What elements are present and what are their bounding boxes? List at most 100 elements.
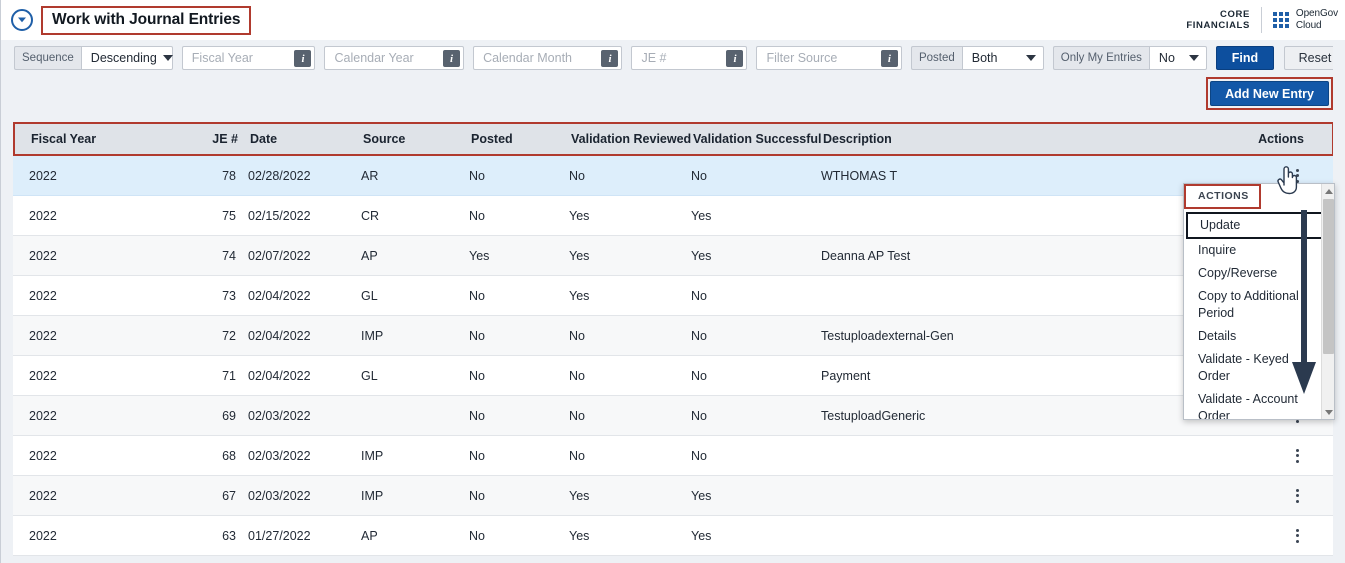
cell-actions xyxy=(1238,447,1334,465)
table-row[interactable]: 2022 78 02/28/2022 AR No No No WTHOMAS T xyxy=(13,156,1334,196)
cell-source: AP xyxy=(361,248,378,263)
calendar-month-field[interactable]: i xyxy=(473,46,623,70)
chevron-down-circle-icon[interactable] xyxy=(11,9,33,31)
brand-core-line2: FINANCIALS xyxy=(1186,20,1250,31)
sequence-value: Descending xyxy=(90,51,157,65)
filter-source-input[interactable] xyxy=(757,47,901,69)
filter-source-field[interactable]: i xyxy=(756,46,902,70)
column-header-source[interactable]: Source xyxy=(363,132,471,146)
brand-divider xyxy=(1260,7,1262,33)
kebab-menu-icon[interactable] xyxy=(1288,167,1306,185)
cell-description: Deanna AP Test xyxy=(821,248,911,263)
cell-source: IMP xyxy=(361,328,384,343)
table-row[interactable]: 2022 73 02/04/2022 GL No Yes No xyxy=(13,276,1334,316)
posted-label: Posted xyxy=(910,46,962,70)
cell-posted: Yes xyxy=(469,248,490,263)
cell-validation-reviewed: Yes xyxy=(569,488,590,503)
brand-zone: CORE FINANCIALS OpenGov Cloud xyxy=(1186,0,1345,40)
cell-fiscal-year: 2022 xyxy=(29,208,57,223)
brand-core-line1: CORE xyxy=(1220,8,1250,20)
cell-posted: No xyxy=(469,328,485,343)
grid-header-row: Fiscal Year JE # Date Source Posted Vali… xyxy=(15,124,1332,154)
find-button[interactable]: Find xyxy=(1215,46,1274,70)
actions-menu-item[interactable]: Update xyxy=(1186,212,1332,239)
title-bar: Work with Journal Entries CORE FINANCIAL… xyxy=(1,0,1345,40)
cell-validation-successful: Yes xyxy=(691,248,712,263)
cell-fiscal-year: 2022 xyxy=(29,288,57,303)
cell-je-number: 67 xyxy=(222,488,236,503)
filter-bar: Sequence Descending i i i i i Po xyxy=(1,40,1345,76)
column-header-je-number[interactable]: JE # xyxy=(198,132,238,146)
column-header-validation-successful[interactable]: Validation Successful xyxy=(693,132,823,146)
table-row[interactable]: 2022 71 02/04/2022 GL No No No Payment xyxy=(13,356,1334,396)
sequence-filter: Sequence Descending xyxy=(14,46,173,70)
info-icon[interactable]: i xyxy=(601,50,619,67)
column-header-validation-reviewed[interactable]: Validation Reviewed xyxy=(571,132,693,146)
kebab-menu-icon[interactable] xyxy=(1288,447,1306,465)
column-header-fiscal-year[interactable]: Fiscal Year xyxy=(15,132,198,146)
cell-fiscal-year: 2022 xyxy=(29,448,57,463)
cell-validation-reviewed: No xyxy=(569,328,585,343)
sequence-select[interactable]: Descending xyxy=(80,46,173,70)
cell-validation-successful: Yes xyxy=(691,528,712,543)
column-header-date[interactable]: Date xyxy=(238,132,363,146)
app-grid-icon[interactable] xyxy=(1272,12,1289,28)
kebab-menu-icon[interactable] xyxy=(1288,487,1306,505)
cell-date: 02/03/2022 xyxy=(248,448,311,463)
cell-validation-reviewed: Yes xyxy=(569,208,590,223)
application-window: Work with Journal Entries CORE FINANCIAL… xyxy=(0,0,1345,563)
cell-actions xyxy=(1238,527,1334,545)
cell-validation-successful: Yes xyxy=(691,488,712,503)
cell-date: 02/04/2022 xyxy=(248,368,311,383)
calendar-month-input[interactable] xyxy=(474,47,622,69)
table-row[interactable]: 2022 75 02/15/2022 CR No Yes Yes xyxy=(13,196,1334,236)
cell-validation-reviewed: No xyxy=(569,168,585,183)
actions-menu-item[interactable]: Inquire xyxy=(1184,239,1334,262)
grid-header-highlight: Fiscal Year JE # Date Source Posted Vali… xyxy=(13,122,1334,156)
scroll-down-arrow-icon[interactable] xyxy=(1322,405,1334,419)
column-header-actions: Actions xyxy=(1258,132,1304,146)
cell-validation-successful: No xyxy=(691,448,707,463)
info-icon[interactable]: i xyxy=(726,50,744,67)
cell-posted: No xyxy=(469,368,485,383)
cell-posted: No xyxy=(469,208,485,223)
scroll-up-arrow-icon[interactable] xyxy=(1322,184,1334,198)
je-number-field[interactable]: i xyxy=(631,46,748,70)
chevron-down-icon xyxy=(1025,55,1036,61)
table-row[interactable]: 2022 67 02/03/2022 IMP No Yes Yes xyxy=(13,476,1334,516)
cell-fiscal-year: 2022 xyxy=(29,248,57,263)
actions-menu-scrollbar[interactable] xyxy=(1321,184,1334,419)
actions-menu-item[interactable]: Copy to Additional Period xyxy=(1184,285,1334,325)
cell-date: 02/28/2022 xyxy=(248,168,311,183)
only-my-entries-select[interactable]: No xyxy=(1148,46,1207,70)
cell-description: Testuploadexternal-Gen xyxy=(821,328,954,343)
add-new-entry-button[interactable]: Add New Entry xyxy=(1210,81,1329,106)
cell-validation-reviewed: No xyxy=(569,368,585,383)
actions-menu-item[interactable]: Validate - Account Order xyxy=(1184,388,1334,419)
cell-date: 02/07/2022 xyxy=(248,248,311,263)
chevron-down-icon xyxy=(1188,55,1199,61)
posted-select[interactable]: Both xyxy=(961,46,1044,70)
actions-menu-item[interactable]: Copy/Reverse xyxy=(1184,262,1334,285)
scrollbar-thumb[interactable] xyxy=(1323,199,1334,354)
only-my-entries-value: No xyxy=(1158,51,1175,65)
cell-source: GL xyxy=(361,368,378,383)
table-row[interactable]: 2022 68 02/03/2022 IMP No No No xyxy=(13,436,1334,476)
actions-menu-item[interactable]: Details xyxy=(1184,325,1334,348)
info-icon[interactable]: i xyxy=(880,50,898,67)
column-header-description[interactable]: Description xyxy=(823,132,1236,146)
table-row[interactable]: 2022 72 02/04/2022 IMP No No No Testuploadexter… xyxy=(13,316,1334,356)
kebab-menu-icon[interactable] xyxy=(1288,527,1306,545)
info-icon[interactable]: i xyxy=(443,50,461,67)
table-row[interactable]: 2022 69 02/03/2022 No No No TestuploadGeneric xyxy=(13,396,1334,436)
fiscal-year-field[interactable]: i xyxy=(181,46,316,70)
column-header-posted[interactable]: Posted xyxy=(471,132,571,146)
cell-fiscal-year: 2022 xyxy=(29,328,57,343)
table-row[interactable]: 2022 63 01/27/2022 AP No Yes Yes xyxy=(13,516,1334,556)
cell-source: GL xyxy=(361,288,378,303)
table-row[interactable]: 2022 74 02/07/2022 AP Yes Yes Yes Deanna AP Tes… xyxy=(13,236,1334,276)
calendar-year-field[interactable]: i xyxy=(324,46,465,70)
info-icon[interactable]: i xyxy=(294,50,312,67)
actions-menu-item[interactable]: Validate - Keyed Order xyxy=(1184,348,1334,388)
posted-value: Both xyxy=(971,51,998,65)
